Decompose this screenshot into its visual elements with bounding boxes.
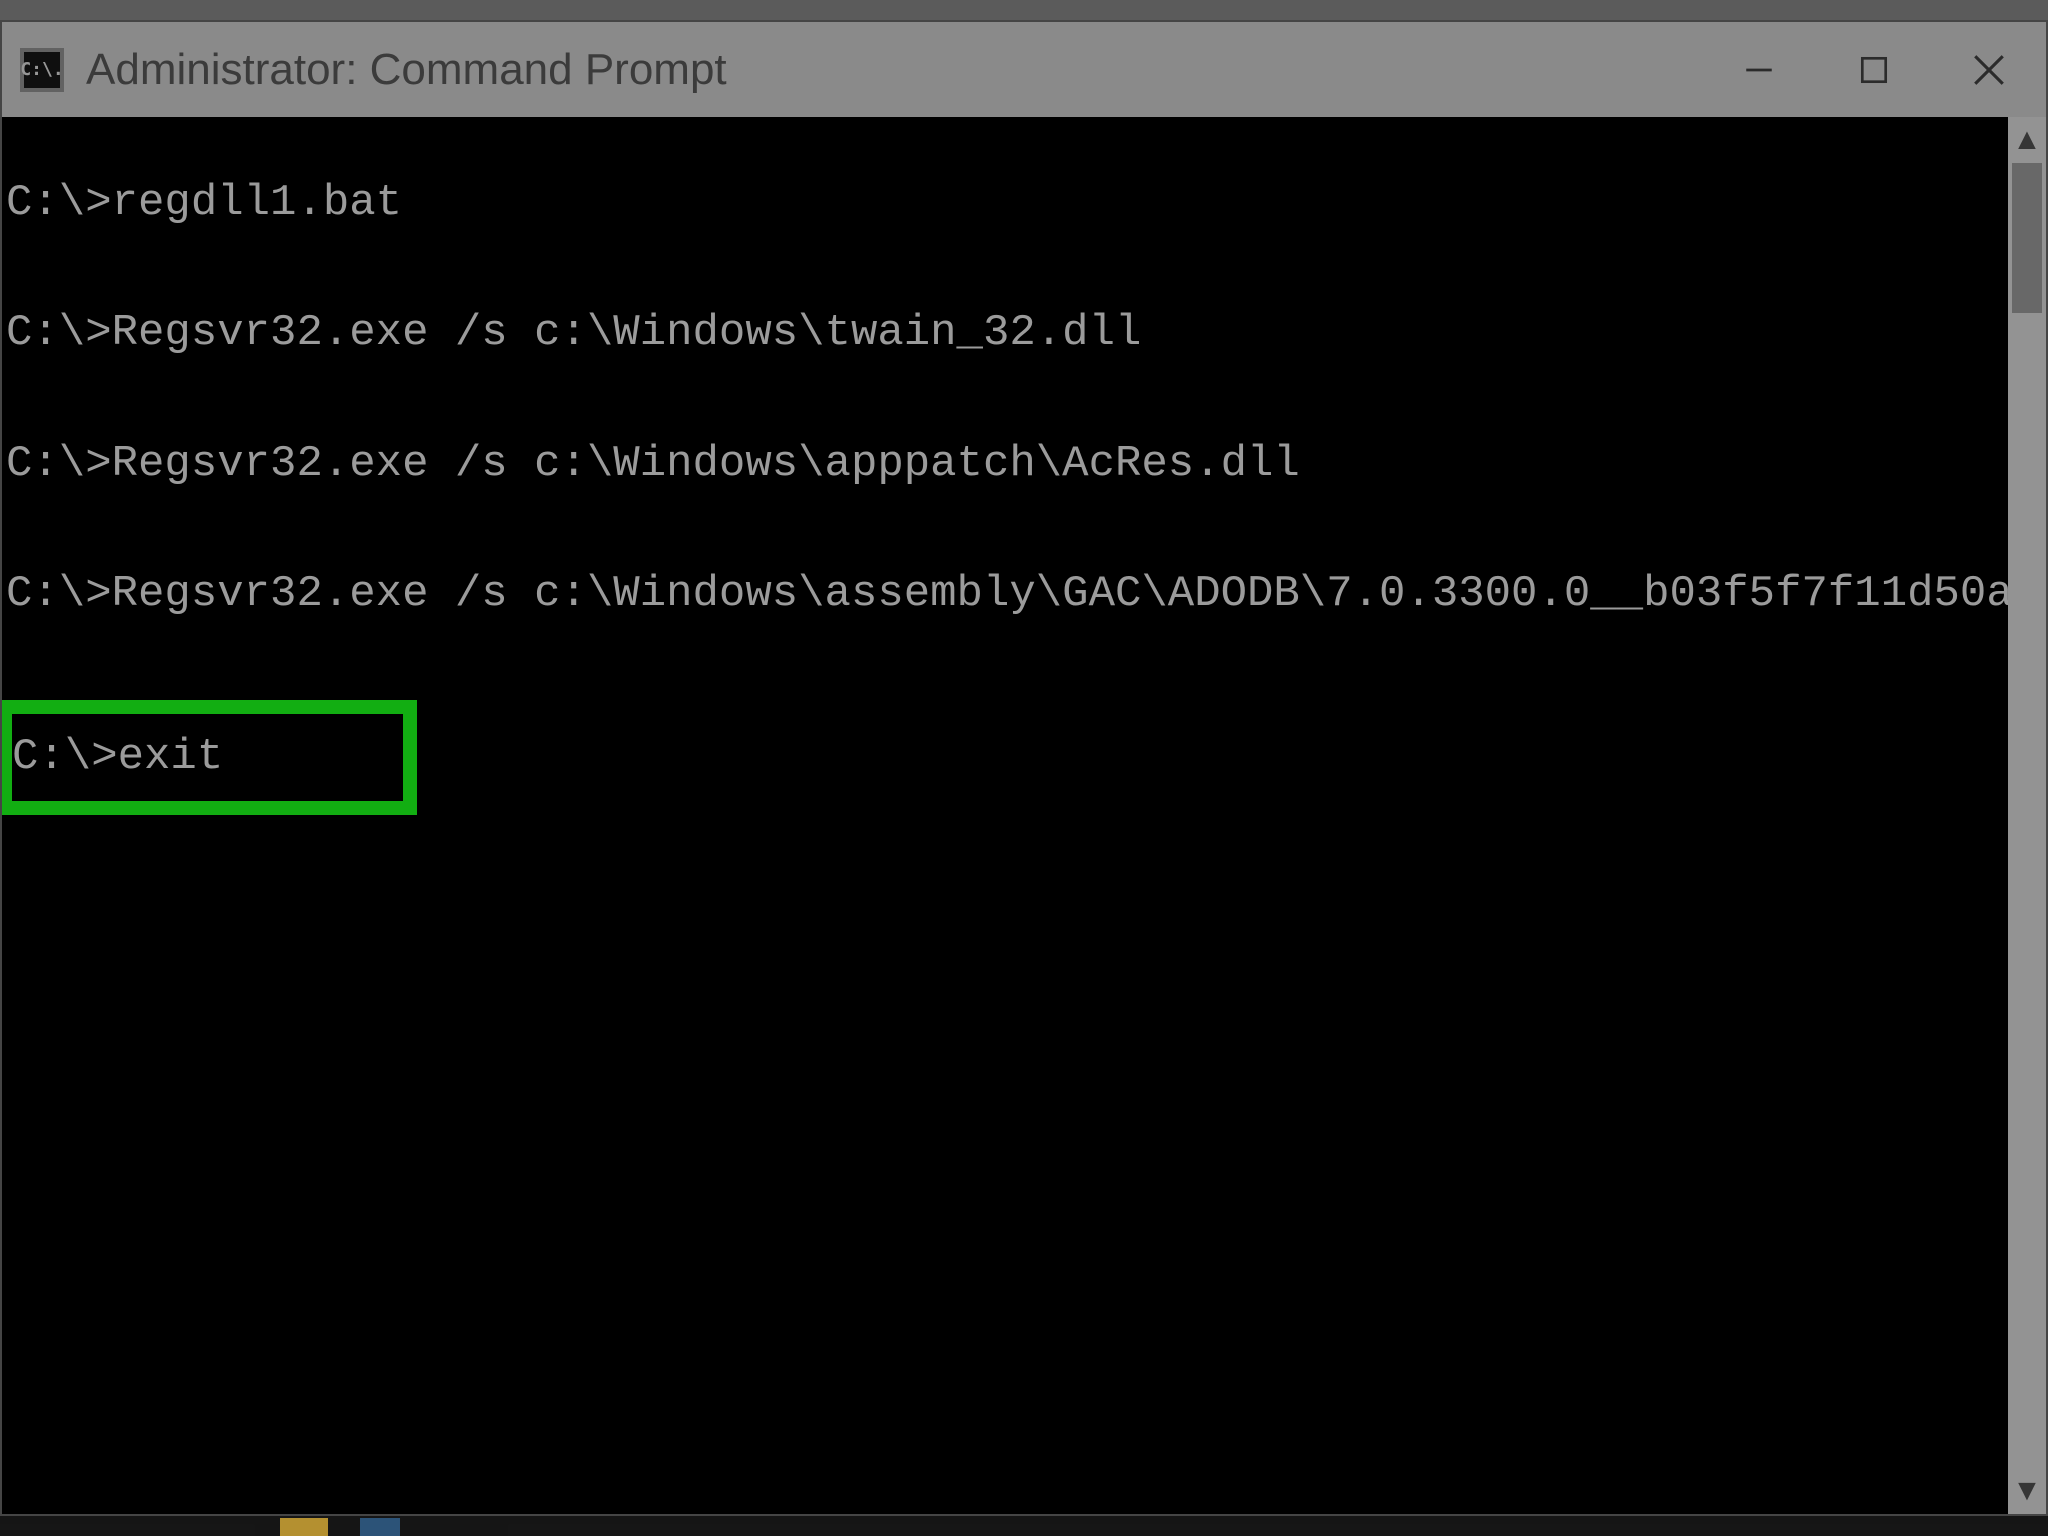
taskbar-sliver xyxy=(0,1516,2048,1536)
highlighted-exit-command: C:\>exit xyxy=(2,700,417,815)
titlebar[interactable]: C:\. Administrator: Command Prompt xyxy=(2,22,2046,117)
minimize-icon xyxy=(1742,53,1776,87)
scroll-up-button[interactable]: ▲ xyxy=(2008,117,2046,163)
minimize-button[interactable] xyxy=(1701,22,1816,117)
close-button[interactable] xyxy=(1931,22,2046,117)
terminal-line: C:\>regdll1.bat xyxy=(6,178,2004,229)
terminal-line: C:\>Regsvr32.exe /s c:\Windows\twain_32.… xyxy=(6,308,2004,359)
client-area: C:\>regdll1.bat C:\>Regsvr32.exe /s c:\Wi… xyxy=(2,117,2046,1514)
maximize-icon xyxy=(1857,53,1891,87)
window-controls xyxy=(1701,22,2046,117)
cmd-icon: C:\. xyxy=(20,48,64,92)
window-title: Administrator: Command Prompt xyxy=(86,45,1701,95)
terminal-line: C:\>Regsvr32.exe /s c:\Windows\assembly\… xyxy=(6,569,2004,620)
scroll-track[interactable] xyxy=(2008,163,2046,1468)
terminal-line: C:\>Regsvr32.exe /s c:\Windows\apppatch\… xyxy=(6,439,2004,490)
command-prompt-window: C:\. Administrator: Command Prompt C:\>r… xyxy=(0,20,2048,1516)
taskbar-item[interactable] xyxy=(360,1518,400,1536)
vertical-scrollbar[interactable]: ▲ ▼ xyxy=(2008,117,2046,1514)
close-icon xyxy=(1969,50,2009,90)
maximize-button[interactable] xyxy=(1816,22,1931,117)
taskbar-item[interactable] xyxy=(280,1518,328,1536)
scroll-down-button[interactable]: ▼ xyxy=(2008,1468,2046,1514)
scroll-thumb[interactable] xyxy=(2012,163,2042,313)
cmd-icon-label: C:\. xyxy=(20,61,63,79)
terminal-output[interactable]: C:\>regdll1.bat C:\>Regsvr32.exe /s c:\Wi… xyxy=(2,117,2008,1514)
